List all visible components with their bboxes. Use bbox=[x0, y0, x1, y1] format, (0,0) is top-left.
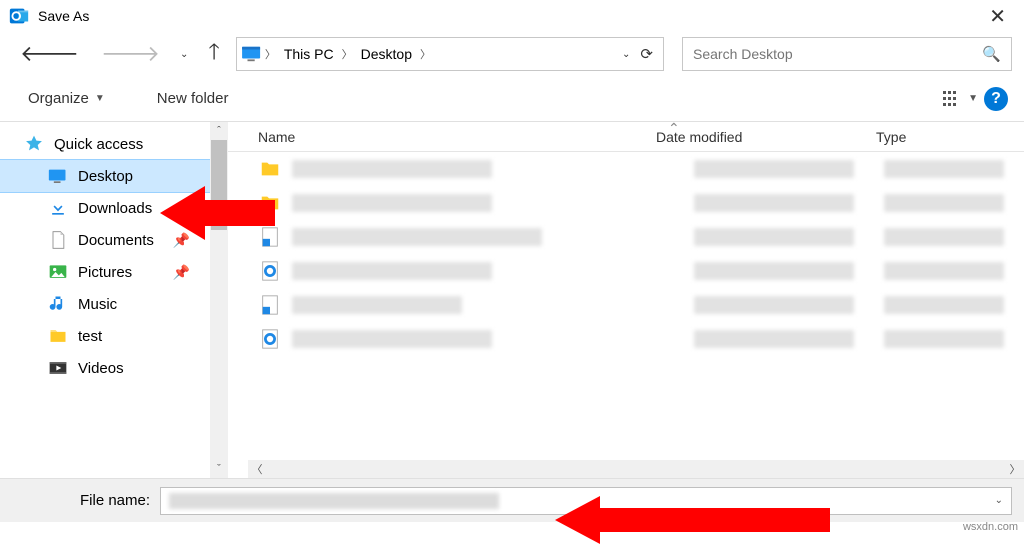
chevron-right-icon[interactable]: 〉 bbox=[418, 46, 433, 62]
back-button[interactable]: 🡐 bbox=[14, 39, 85, 69]
list-item[interactable] bbox=[228, 322, 1024, 356]
window-title: Save As bbox=[38, 8, 979, 24]
sidebar-label: Documents bbox=[78, 232, 154, 249]
download-icon bbox=[48, 198, 68, 218]
chevron-right-icon[interactable]: 〉 bbox=[263, 46, 278, 62]
search-input[interactable] bbox=[693, 46, 982, 62]
address-dropdown[interactable]: ⌄ bbox=[618, 49, 634, 60]
help-icon[interactable]: ? bbox=[984, 87, 1008, 111]
outlook-icon bbox=[8, 5, 30, 27]
close-icon[interactable]: ✕ bbox=[979, 0, 1016, 33]
column-headers: Name Date modified Type bbox=[228, 122, 1024, 152]
chevron-right-icon[interactable]: 〉 bbox=[340, 46, 355, 62]
list-item[interactable] bbox=[228, 254, 1024, 288]
music-icon bbox=[48, 294, 68, 314]
monitor-icon bbox=[48, 166, 68, 186]
folder-icon bbox=[48, 326, 68, 346]
sidebar-item-music[interactable]: Music bbox=[0, 288, 210, 320]
address-bar[interactable]: 〉 This PC 〉 Desktop 〉 ⌄ ⟳ bbox=[236, 37, 664, 71]
history-dropdown[interactable]: ⌄ bbox=[176, 49, 192, 60]
sidebar-label: test bbox=[78, 328, 102, 345]
sidebar-label: Pictures bbox=[78, 264, 132, 281]
sidebar-label: Music bbox=[78, 296, 117, 313]
list-item[interactable] bbox=[228, 220, 1024, 254]
view-options-button[interactable]: ▼ bbox=[936, 85, 984, 113]
sidebar-label: Desktop bbox=[78, 168, 133, 185]
monitor-icon bbox=[241, 45, 263, 63]
scroll-up-icon[interactable]: ˆ bbox=[217, 122, 221, 140]
new-folder-button[interactable]: New folder bbox=[151, 86, 235, 111]
scroll-left-icon[interactable]: 〈 bbox=[248, 461, 266, 477]
list-item[interactable] bbox=[228, 288, 1024, 322]
main-area: Quick access Desktop Downloads 📌 Documen… bbox=[0, 122, 1024, 478]
watermark: wsxdn.com bbox=[963, 521, 1018, 533]
sidebar: Quick access Desktop Downloads 📌 Documen… bbox=[0, 122, 228, 478]
annotation-arrow bbox=[160, 178, 280, 248]
sidebar-scrollbar[interactable]: ˆ ˇ bbox=[210, 122, 228, 478]
organize-button[interactable]: Organize ▼ bbox=[22, 86, 111, 111]
up-button[interactable]: 🡑 bbox=[202, 33, 225, 75]
edge-file-icon bbox=[258, 327, 282, 351]
star-icon bbox=[24, 134, 44, 154]
document-icon bbox=[48, 230, 68, 250]
filename-label: File name: bbox=[80, 492, 150, 509]
edge-file-icon bbox=[258, 259, 282, 283]
sort-indicator-icon: ⌃ bbox=[668, 120, 680, 137]
column-header-type[interactable]: Type bbox=[868, 129, 1024, 145]
search-box[interactable]: 🔍 bbox=[682, 37, 1012, 71]
forward-button: 🡒 bbox=[95, 39, 166, 69]
scroll-down-icon[interactable]: ˇ bbox=[217, 460, 221, 478]
file-icon bbox=[258, 293, 282, 317]
sidebar-label: Downloads bbox=[78, 200, 152, 217]
pin-icon: 📌 bbox=[173, 264, 190, 281]
sidebar-item-videos[interactable]: Videos bbox=[0, 352, 210, 384]
organize-label: Organize bbox=[28, 90, 89, 107]
filename-row: File name: ⌄ bbox=[0, 478, 1024, 522]
video-icon bbox=[48, 358, 68, 378]
list-item[interactable] bbox=[228, 152, 1024, 186]
column-header-date[interactable]: Date modified bbox=[648, 129, 868, 145]
file-list: ⌃ Name Date modified Type 〈 〉 bbox=[228, 122, 1024, 478]
list-item[interactable] bbox=[228, 186, 1024, 220]
sidebar-item-quick-access[interactable]: Quick access bbox=[0, 128, 210, 160]
scroll-right-icon[interactable]: 〉 bbox=[1006, 461, 1024, 477]
sidebar-label: Videos bbox=[78, 360, 124, 377]
breadcrumb-folder[interactable]: Desktop bbox=[355, 46, 418, 62]
breadcrumb-root[interactable]: This PC bbox=[278, 46, 340, 62]
nav-row: 🡐 🡒 ⌄ 🡑 〉 This PC 〉 Desktop 〉 ⌄ ⟳ 🔍 bbox=[0, 32, 1024, 76]
horizontal-scrollbar[interactable]: 〈 〉 bbox=[248, 460, 1024, 478]
toolbar: Organize ▼ New folder ▼ ? bbox=[0, 76, 1024, 122]
refresh-icon[interactable]: ⟳ bbox=[634, 45, 659, 63]
pictures-icon bbox=[48, 262, 68, 282]
chevron-down-icon: ▼ bbox=[968, 93, 978, 104]
chevron-down-icon: ▼ bbox=[95, 93, 105, 104]
sidebar-item-pictures[interactable]: Pictures 📌 bbox=[0, 256, 210, 288]
titlebar: Save As ✕ bbox=[0, 0, 1024, 32]
sidebar-label: Quick access bbox=[54, 136, 143, 153]
filename-value bbox=[169, 493, 499, 509]
sidebar-item-test[interactable]: test bbox=[0, 320, 210, 352]
column-header-name[interactable]: Name bbox=[228, 129, 648, 145]
search-icon[interactable]: 🔍 bbox=[982, 45, 1001, 63]
chevron-down-icon[interactable]: ⌄ bbox=[995, 495, 1003, 506]
annotation-arrow bbox=[555, 490, 835, 550]
